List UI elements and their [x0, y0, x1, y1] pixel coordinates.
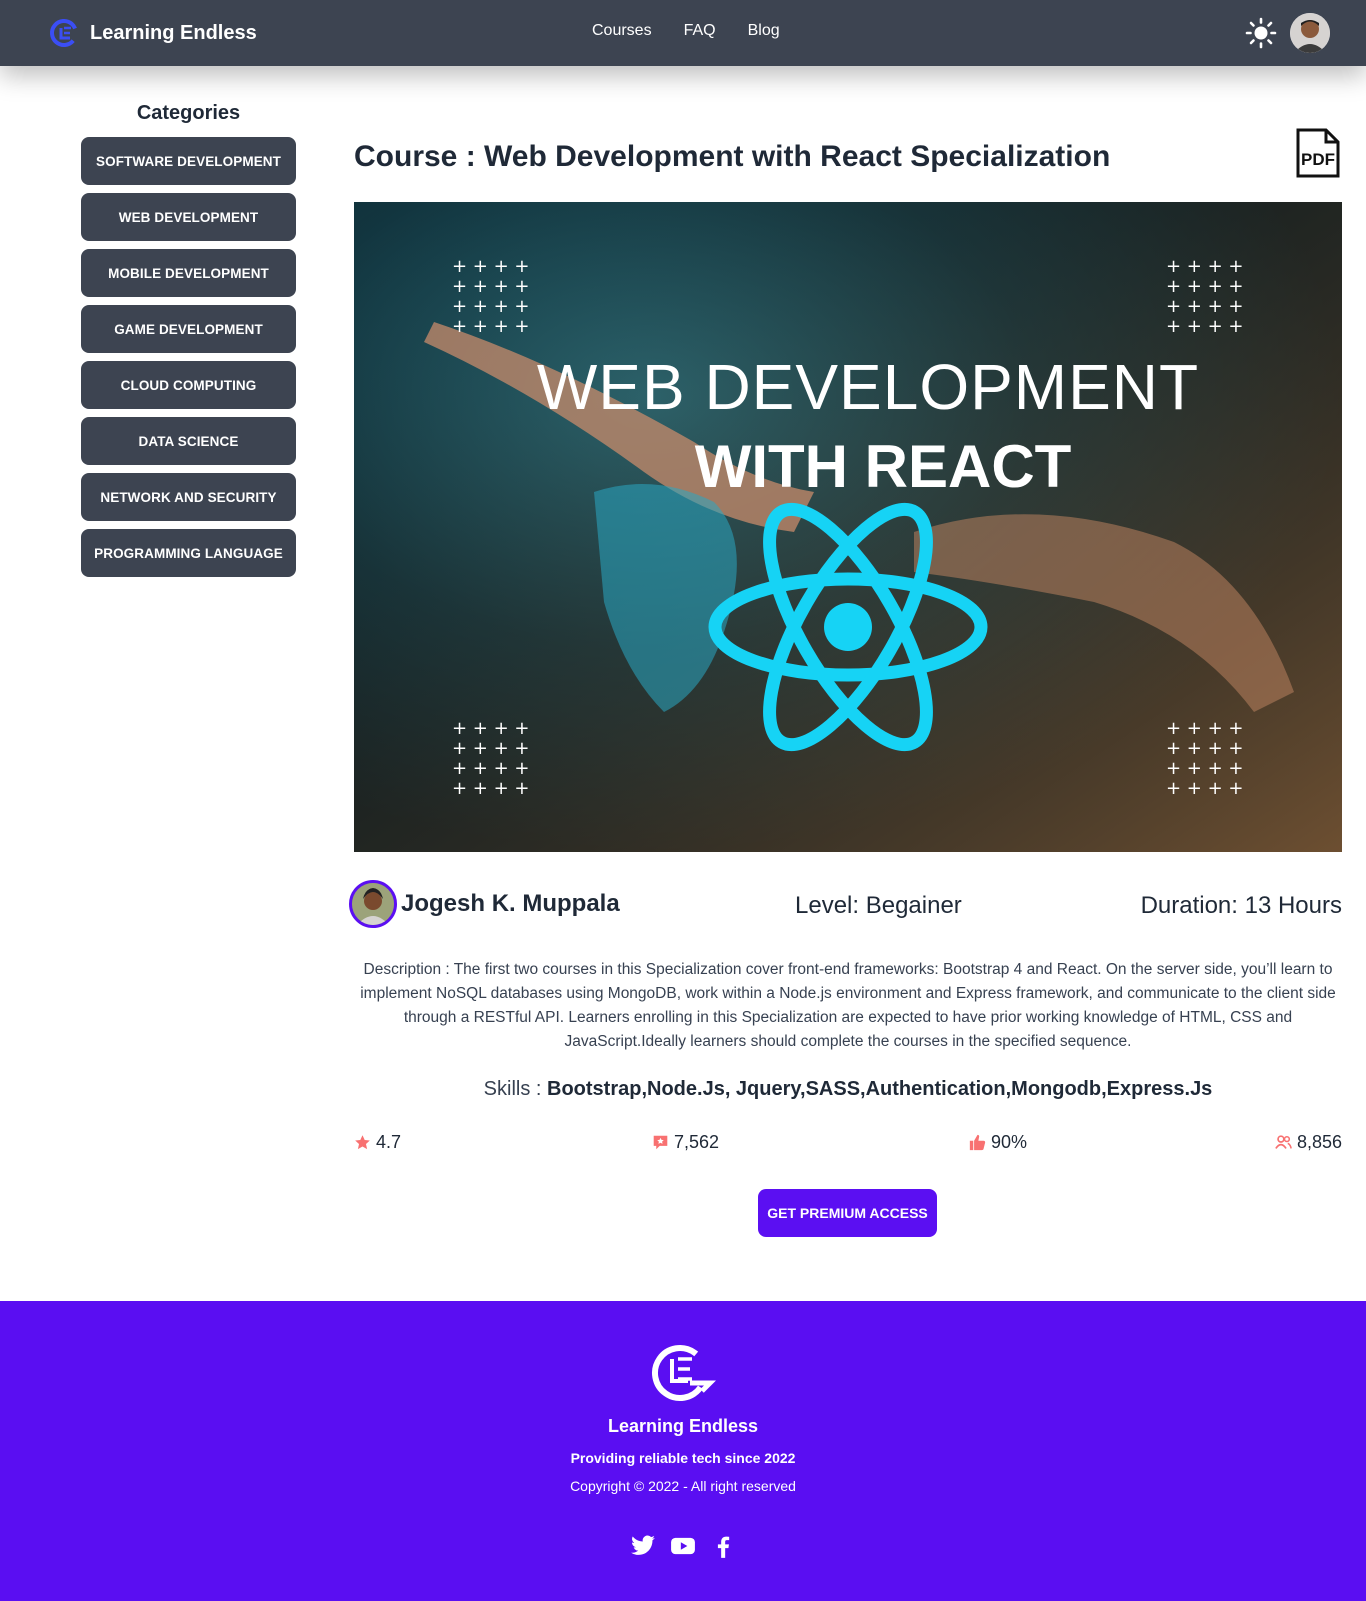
footer-logo-icon	[652, 1345, 716, 1401]
skills-label: Skills :	[483, 1078, 548, 1100]
svg-text:+ + + +: + + + +	[452, 718, 530, 739]
course-description: Description : The first two courses in t…	[360, 961, 1336, 1050]
svg-text:+ + + +: + + + +	[452, 778, 530, 799]
nav-link-courses[interactable]: Courses	[592, 22, 652, 40]
course-duration: Duration: 13 Hours	[1140, 892, 1342, 919]
instructor-avatar	[349, 880, 397, 928]
social-links	[630, 1533, 736, 1559]
user-avatar[interactable]	[1290, 13, 1330, 53]
footer-copyright: Copyright © 2022 - All right reserved	[570, 1478, 796, 1494]
category-data-science[interactable]: DATA SCIENCE	[81, 417, 296, 465]
svg-text:+ + + +: + + + +	[1166, 276, 1244, 297]
like-percent: 90%	[991, 1132, 1028, 1152]
svg-text:+ + + +: + + + +	[1166, 256, 1244, 277]
footer: Learning Endless Providing reliable tech…	[0, 1301, 1366, 1601]
hero-title-line1: WEB DEVELOPMENT	[536, 351, 1200, 423]
svg-text:+ + + +: + + + +	[1166, 738, 1244, 759]
get-premium-access-button[interactable]: GET PREMIUM ACCESS	[758, 1189, 937, 1237]
svg-text:+ + + +: + + + +	[452, 276, 530, 297]
svg-text:+ + + +: + + + +	[452, 256, 530, 277]
users-icon	[1275, 1135, 1292, 1149]
brand-link[interactable]: Learning Endless	[48, 16, 257, 50]
hero-title-line2: WITH REACT	[694, 433, 1072, 500]
categories-sidebar: Categories SOFTWARE DEVELOPMENT WEB DEVE…	[81, 96, 296, 585]
review-icon	[653, 1135, 668, 1150]
facebook-icon[interactable]	[710, 1533, 736, 1559]
category-software-development[interactable]: SOFTWARE DEVELOPMENT	[81, 137, 296, 185]
stat-reviews: 7,562	[652, 1132, 719, 1153]
course-hero-image: + + + + + + + + + + + + + + + + + + + + + + …	[354, 202, 1342, 852]
nav-links: Courses FAQ Blog	[592, 22, 780, 40]
sun-icon[interactable]	[1245, 17, 1277, 49]
stat-students: 8,856	[1275, 1132, 1342, 1153]
categories-title: Categories	[136, 102, 241, 124]
category-network-and-security[interactable]: NETWORK AND SECURITY	[81, 473, 296, 521]
reviews-count: 7,562	[674, 1132, 720, 1152]
category-web-development[interactable]: WEB DEVELOPMENT	[81, 193, 296, 241]
svg-text:+ + + +: + + + +	[452, 296, 530, 317]
category-game-development[interactable]: GAME DEVELOPMENT	[81, 305, 296, 353]
svg-text:PDF: PDF	[1301, 150, 1335, 169]
instructor-name: Jogesh K. Muppala	[401, 890, 620, 917]
rating-value: 4.7	[376, 1132, 402, 1152]
brand-name: Learning Endless	[90, 21, 257, 44]
svg-text:+ + + +: + + + +	[452, 738, 530, 759]
nav-link-faq[interactable]: FAQ	[684, 22, 716, 40]
twitter-icon[interactable]	[630, 1533, 656, 1559]
course-title: Course : Web Development with React Spec…	[354, 140, 1111, 173]
svg-text:+ + + +: + + + +	[1166, 316, 1244, 337]
category-mobile-development[interactable]: MOBILE DEVELOPMENT	[81, 249, 296, 297]
instructor: Jogesh K. Muppala	[349, 880, 620, 928]
course-stats: 4.7 7,562 90% 8,856	[354, 1132, 1342, 1156]
footer-tagline: Providing reliable tech since 2022	[570, 1450, 796, 1466]
footer-brand-name: Learning Endless	[607, 1416, 759, 1436]
thumbs-up-icon	[969, 1134, 986, 1151]
course-skills: Skills : Bootstrap,Node.Js, Jquery,SASS,…	[354, 1078, 1342, 1101]
stat-like: 90%	[969, 1132, 1027, 1153]
category-programming-language[interactable]: PROGRAMMING LANGUAGE	[81, 529, 296, 577]
pdf-icon[interactable]: PDF	[1294, 128, 1342, 178]
nav-link-blog[interactable]: Blog	[748, 22, 780, 40]
youtube-icon[interactable]	[670, 1533, 696, 1559]
svg-text:+ + + +: + + + +	[1166, 778, 1244, 799]
star-icon	[355, 1135, 370, 1150]
navbar: Learning Endless Courses FAQ Blog	[0, 0, 1366, 66]
svg-text:+ + + +: + + + +	[1166, 718, 1244, 739]
svg-text:+ + + +: + + + +	[452, 316, 530, 337]
course-level: Level: Begainer	[795, 892, 962, 919]
stat-rating: 4.7	[354, 1132, 401, 1153]
hero-background-art: + + + ++ + + ++ + + ++ + + + + + + ++ + …	[354, 202, 1342, 852]
students-count: 8,856	[1296, 1132, 1342, 1152]
category-cloud-computing[interactable]: CLOUD COMPUTING	[81, 361, 296, 409]
svg-text:+ + + +: + + + +	[452, 758, 530, 779]
svg-text:+ + + +: + + + +	[1166, 296, 1244, 317]
skills-value: Bootstrap,Node.Js, Jquery,SASS,Authentic…	[547, 1078, 1213, 1100]
svg-text:+ + + +: + + + +	[1166, 758, 1244, 779]
brand-logo-icon	[50, 19, 78, 47]
